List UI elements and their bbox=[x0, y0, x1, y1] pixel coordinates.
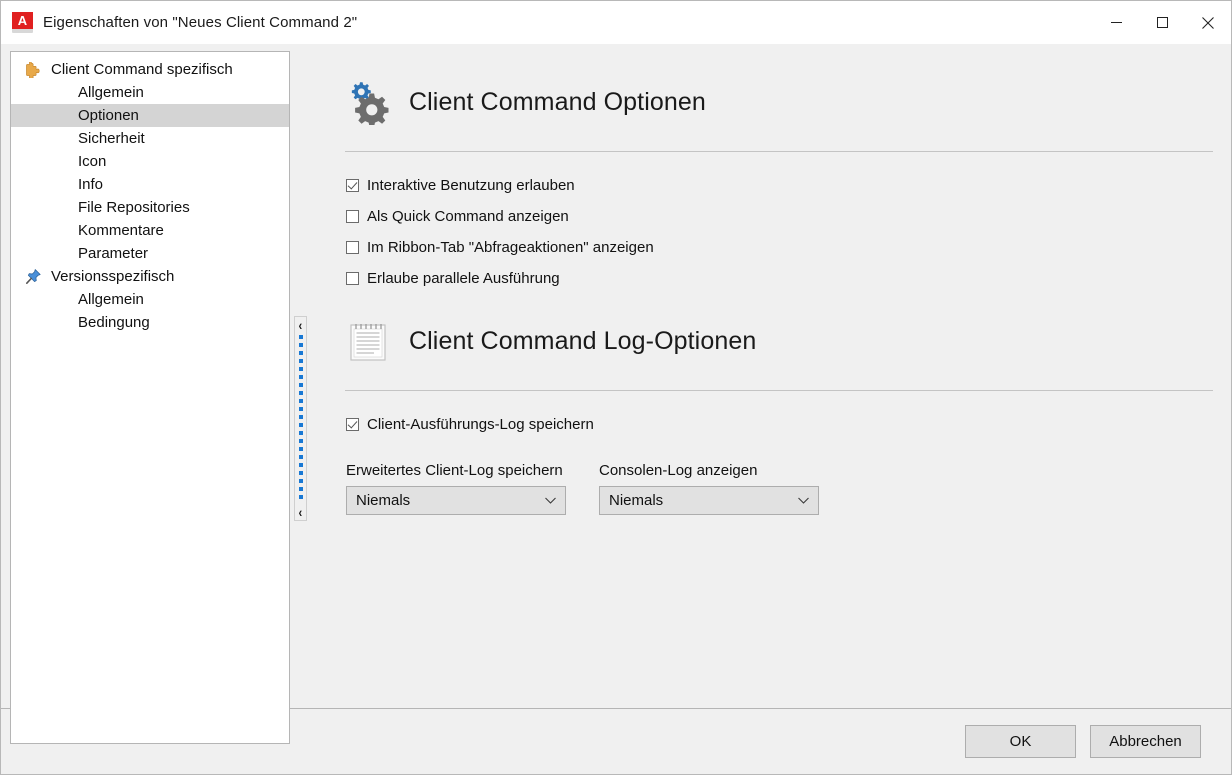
options-checkbox-list: Interaktive Benutzung erlauben Als Quick… bbox=[313, 152, 1221, 294]
tree-item-file-repositories[interactable]: File Repositories bbox=[11, 196, 289, 219]
field-label: Erweitertes Client-Log speichern bbox=[346, 462, 566, 479]
checkbox-label: Erlaube parallele Ausführung bbox=[367, 270, 560, 287]
tree-item-client-command-spezifisch[interactable]: Client Command spezifisch bbox=[11, 58, 289, 81]
checkbox-row-interaktive-benutzung[interactable]: Interaktive Benutzung erlauben bbox=[346, 170, 1221, 201]
tree-item-label: Bedingung bbox=[78, 315, 150, 330]
navigation-tree[interactable]: Client Command spezifisch Allgemein Opti… bbox=[10, 51, 290, 744]
tree-item-label: Sicherheit bbox=[78, 131, 145, 146]
puzzle-piece-icon bbox=[23, 61, 43, 79]
autocad-a-icon: A bbox=[12, 12, 33, 33]
gears-icon bbox=[345, 79, 391, 125]
tree-item-kommentare[interactable]: Kommentare bbox=[11, 219, 289, 242]
notepad-icon bbox=[345, 318, 391, 364]
tree-item-label: File Repositories bbox=[78, 200, 190, 215]
tree-item-label: Info bbox=[78, 177, 103, 192]
checkbox-parallele-ausfuehrung[interactable] bbox=[346, 272, 359, 285]
pushpin-icon bbox=[23, 268, 43, 286]
close-button[interactable] bbox=[1185, 1, 1231, 44]
field-group-erweitertes-client-log: Erweitertes Client-Log speichern Niemals bbox=[346, 462, 566, 515]
checkbox-row-ausfuehrungs-log[interactable]: Client-Ausführungs-Log speichern bbox=[346, 409, 1221, 440]
select-erweitertes-client-log[interactable]: Niemals bbox=[346, 486, 566, 515]
field-group-consolen-log: Consolen-Log anzeigen Niemals bbox=[599, 462, 819, 515]
checkbox-ribbon-tab[interactable] bbox=[346, 241, 359, 254]
tree-item-label: Kommentare bbox=[78, 223, 164, 238]
checkbox-label: Client-Ausführungs-Log speichern bbox=[367, 416, 594, 433]
checkbox-row-parallele-ausfuehrung[interactable]: Erlaube parallele Ausführung bbox=[346, 263, 1221, 294]
tree-item-icon[interactable]: Icon bbox=[11, 150, 289, 173]
maximize-button[interactable] bbox=[1139, 1, 1185, 44]
title-bar: A Eigenschaften von "Neues Client Comman… bbox=[1, 1, 1231, 44]
app-icon-letter: A bbox=[12, 12, 33, 29]
tree-item-allgemein-1[interactable]: Allgemein bbox=[11, 81, 289, 104]
minimize-icon bbox=[1110, 16, 1123, 29]
checkbox-label: Interaktive Benutzung erlauben bbox=[367, 177, 575, 194]
tree-item-info[interactable]: Info bbox=[11, 173, 289, 196]
checkbox-row-ribbon-tab[interactable]: Im Ribbon-Tab "Abfrageaktionen" anzeigen bbox=[346, 232, 1221, 263]
tree-item-parameter[interactable]: Parameter bbox=[11, 242, 289, 265]
tree-item-label: Optionen bbox=[78, 108, 139, 123]
title-bar-left: A Eigenschaften von "Neues Client Comman… bbox=[1, 12, 357, 33]
maximize-icon bbox=[1156, 16, 1169, 29]
log-fields-row: Erweitertes Client-Log speichern Niemals… bbox=[313, 440, 1221, 515]
checkbox-interaktive-benutzung[interactable] bbox=[346, 179, 359, 192]
select-consolen-log[interactable]: Niemals bbox=[599, 486, 819, 515]
tree-item-allgemein-2[interactable]: Allgemein bbox=[11, 288, 289, 311]
tree-item-optionen[interactable]: Optionen bbox=[11, 104, 289, 127]
window-controls bbox=[1093, 1, 1231, 44]
tree-item-label: Parameter bbox=[78, 246, 148, 261]
tree-item-label: Versionsspezifisch bbox=[51, 269, 174, 284]
options-section-title: Client Command Optionen bbox=[409, 90, 706, 115]
checkbox-row-quick-command[interactable]: Als Quick Command anzeigen bbox=[346, 201, 1221, 232]
tree-item-versionsspezifisch[interactable]: Versionsspezifisch bbox=[11, 265, 289, 288]
splitter-grip[interactable] bbox=[299, 335, 303, 502]
chevron-down-icon[interactable] bbox=[797, 496, 810, 505]
options-content-panel: Client Command Optionen Interaktive Benu… bbox=[313, 51, 1221, 744]
checkbox-label: Im Ribbon-Tab "Abfrageaktionen" anzeigen bbox=[367, 239, 654, 256]
tree-item-label: Allgemein bbox=[78, 292, 144, 307]
log-section-header: Client Command Log-Optionen bbox=[313, 294, 1221, 364]
checkbox-ausfuehrungs-log-speichern[interactable] bbox=[346, 418, 359, 431]
tree-item-label: Icon bbox=[78, 154, 106, 169]
chevron-down-icon[interactable] bbox=[544, 496, 557, 505]
window-title: Eigenschaften von "Neues Client Command … bbox=[43, 14, 357, 31]
properties-dialog: A Eigenschaften von "Neues Client Comman… bbox=[0, 0, 1232, 775]
tree-item-label: Allgemein bbox=[78, 85, 144, 100]
panel-splitter[interactable]: ‹ ‹ bbox=[294, 316, 307, 521]
close-icon bbox=[1201, 16, 1215, 30]
log-checkbox-list: Client-Ausführungs-Log speichern bbox=[313, 391, 1221, 440]
minimize-button[interactable] bbox=[1093, 1, 1139, 44]
tree-item-sicherheit[interactable]: Sicherheit bbox=[11, 127, 289, 150]
splitter-collapse-bottom-icon[interactable]: ‹ bbox=[299, 506, 303, 518]
log-section-title: Client Command Log-Optionen bbox=[409, 329, 756, 354]
tree-item-bedingung[interactable]: Bedingung bbox=[11, 311, 289, 334]
tree-item-label: Client Command spezifisch bbox=[51, 62, 233, 77]
select-value: Niemals bbox=[609, 492, 663, 509]
splitter-collapse-top-icon[interactable]: ‹ bbox=[299, 319, 303, 331]
dialog-body: Client Command spezifisch Allgemein Opti… bbox=[1, 44, 1231, 708]
checkbox-label: Als Quick Command anzeigen bbox=[367, 208, 569, 225]
select-value: Niemals bbox=[356, 492, 410, 509]
options-section-header: Client Command Optionen bbox=[313, 51, 1221, 125]
field-label: Consolen-Log anzeigen bbox=[599, 462, 819, 479]
checkbox-quick-command[interactable] bbox=[346, 210, 359, 223]
